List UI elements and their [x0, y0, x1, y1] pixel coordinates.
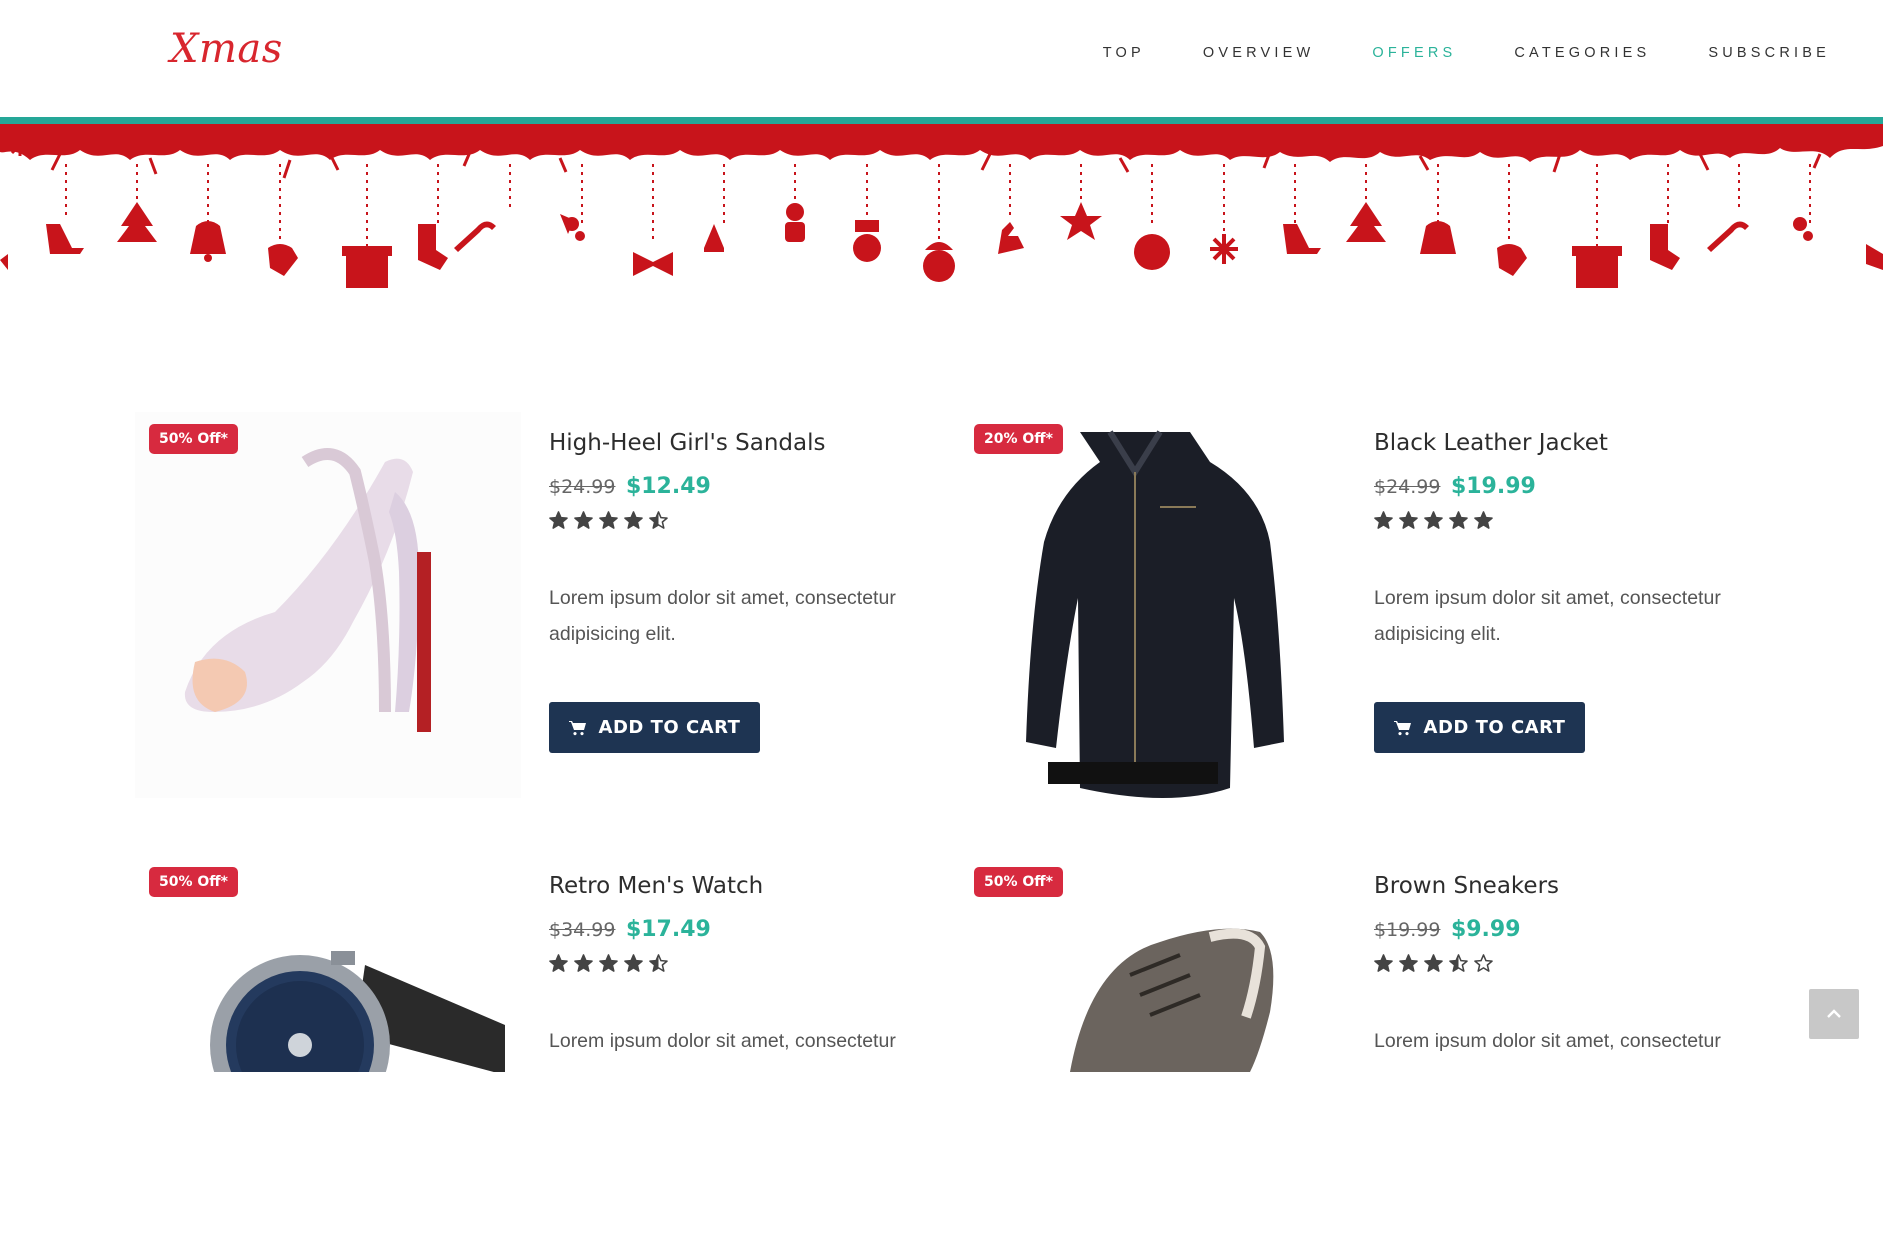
discount-badge: 50% Off* — [149, 867, 238, 897]
christmas-garland — [0, 124, 1883, 288]
star-full-icon — [1424, 954, 1443, 972]
new-price: $12.49 — [625, 474, 711, 499]
product-name[interactable]: Brown Sneakers — [1374, 873, 1559, 899]
star-half-icon — [649, 954, 668, 972]
product-image-high-heel-sandals[interactable] — [135, 412, 521, 798]
new-price: $9.99 — [1450, 917, 1521, 942]
logo[interactable]: Xmas — [170, 26, 283, 72]
nav-subscribe[interactable]: SUBSCRIBE — [1708, 44, 1830, 62]
product-card: 50% Off* High-Heel Girl's Sandals $24.99… — [135, 412, 955, 812]
star-full-icon — [549, 511, 568, 529]
scroll-to-top-button[interactable] — [1809, 989, 1859, 1039]
star-full-icon — [1424, 511, 1443, 529]
star-full-icon — [574, 511, 593, 529]
product-card: 20% Off* Black Leather Jacket $24.99 $19… — [960, 412, 1780, 812]
star-full-icon — [1374, 511, 1393, 529]
add-to-cart-button[interactable]: ADD TO CART — [1374, 702, 1585, 753]
cart-icon — [568, 720, 586, 735]
product-card: 50% Off* Brown Sneakers $19.99 $9.99 Lor… — [960, 855, 1780, 1255]
star-full-icon — [1399, 954, 1418, 972]
discount-badge: 50% Off* — [974, 867, 1063, 897]
product-price: $24.99 $12.49 — [549, 474, 711, 499]
old-price: $24.99 — [549, 476, 616, 498]
old-price: $34.99 — [549, 919, 616, 941]
discount-badge: 50% Off* — [149, 424, 238, 454]
product-image-leather-jacket[interactable] — [960, 412, 1346, 798]
add-to-cart-button[interactable]: ADD TO CART — [549, 702, 760, 753]
add-to-cart-label: ADD TO CART — [598, 717, 741, 738]
site-header: Xmas TOP OVERVIEW OFFERS CATEGORIES SUBS… — [0, 0, 1883, 117]
rating-stars — [549, 954, 668, 973]
new-price: $17.49 — [625, 917, 711, 942]
star-full-icon — [1449, 511, 1468, 529]
product-card: 50% Off* Retro Men's Watch $34.99 $17.49… — [135, 855, 955, 1255]
product-description: Lorem ipsum dolor sit amet, consectetur … — [1374, 587, 1721, 645]
product-name[interactable]: Black Leather Jacket — [1374, 430, 1608, 456]
cart-icon — [1393, 720, 1411, 735]
star-full-icon — [1374, 954, 1393, 972]
chevron-up-icon — [1827, 1009, 1841, 1018]
star-empty-icon — [1474, 954, 1493, 972]
header-divider — [0, 117, 1883, 124]
product-name[interactable]: High-Heel Girl's Sandals — [549, 430, 825, 456]
product-name[interactable]: Retro Men's Watch — [549, 873, 763, 899]
product-description: Lorem ipsum dolor sit amet, consectetur — [1374, 1030, 1721, 1052]
product-price: $34.99 $17.49 — [549, 917, 711, 942]
old-price: $19.99 — [1374, 919, 1441, 941]
star-full-icon — [599, 511, 618, 529]
star-full-icon — [599, 954, 618, 972]
discount-badge: 20% Off* — [974, 424, 1063, 454]
star-full-icon — [1474, 511, 1493, 529]
star-half-icon — [1449, 954, 1468, 972]
star-full-icon — [549, 954, 568, 972]
new-price: $19.99 — [1450, 474, 1536, 499]
nav-top[interactable]: TOP — [1103, 44, 1145, 62]
nav-offers[interactable]: OFFERS — [1372, 44, 1456, 62]
star-full-icon — [624, 511, 643, 529]
star-full-icon — [574, 954, 593, 972]
product-price: $24.99 $19.99 — [1374, 474, 1536, 499]
star-half-icon — [649, 511, 668, 529]
nav-categories[interactable]: CATEGORIES — [1514, 44, 1650, 62]
product-description: Lorem ipsum dolor sit amet, consectetur — [549, 1030, 896, 1052]
rating-stars — [549, 511, 668, 530]
rating-stars — [1374, 954, 1493, 973]
nav-overview[interactable]: OVERVIEW — [1203, 44, 1315, 62]
rating-stars — [1374, 511, 1493, 530]
star-full-icon — [624, 954, 643, 972]
add-to-cart-label: ADD TO CART — [1423, 717, 1566, 738]
product-description: Lorem ipsum dolor sit amet, consectetur … — [549, 587, 896, 645]
star-full-icon — [1399, 511, 1418, 529]
main-nav: TOP OVERVIEW OFFERS CATEGORIES SUBSCRIBE — [1045, 44, 1830, 62]
product-price: $19.99 $9.99 — [1374, 917, 1521, 942]
old-price: $24.99 — [1374, 476, 1441, 498]
